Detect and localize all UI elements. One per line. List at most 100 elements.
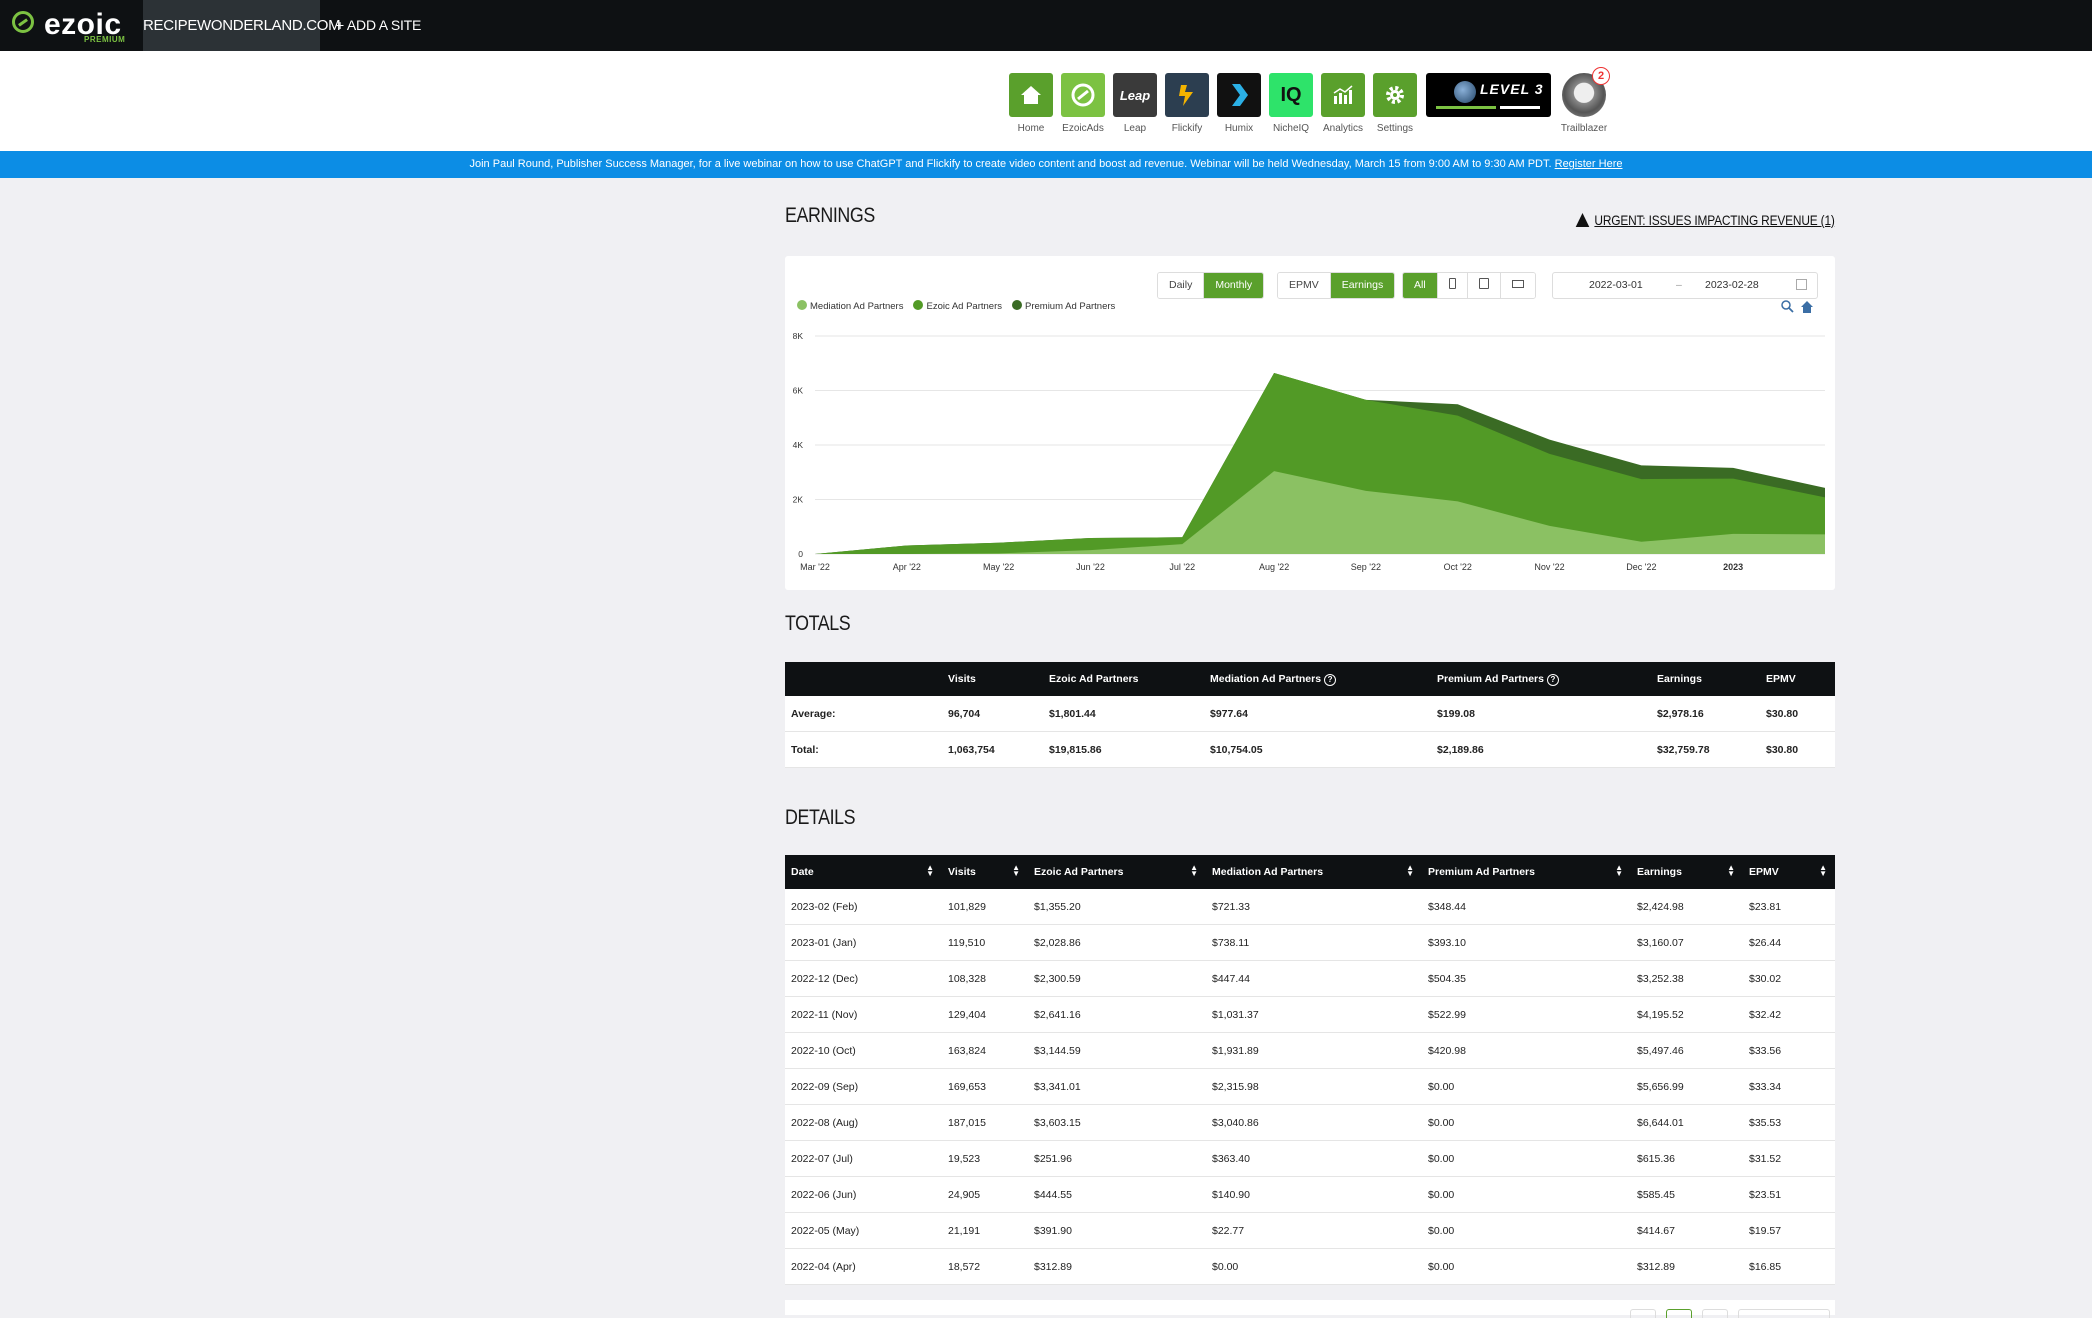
totals-cell: $2,189.86 xyxy=(1431,731,1651,768)
trailblazer[interactable]: 2 Trailblazer xyxy=(1561,67,1610,134)
notification-badge: 2 xyxy=(1592,67,1610,85)
app-toolbar: Home EzoicAds Leap Leap Flickify Humix I… xyxy=(0,51,2092,151)
table-cell: $2,424.98 xyxy=(1631,889,1743,925)
totals-header: Ezoic Ad Partners xyxy=(1043,662,1204,696)
header-label: Date xyxy=(791,866,814,878)
sort-icon[interactable]: ▲ ▼ xyxy=(1406,864,1414,878)
page-next-button[interactable] xyxy=(1702,1309,1728,1318)
totals-header: Earnings xyxy=(1651,662,1760,696)
leap-icon: Leap xyxy=(1113,73,1157,117)
table-cell: 129,404 xyxy=(942,996,1028,1033)
ezoic-logo[interactable]: ezoic PREMIUM xyxy=(12,8,132,44)
earnings-area-chart: 0 2K 4K 6K 8K Mar '22 Apr '22 May '22 Jun '22 Jul… xyxy=(793,331,1825,572)
sort-icon[interactable]: ▲ ▼ xyxy=(1190,864,1198,878)
table-cell: $2,300.59 xyxy=(1028,960,1206,997)
details-header[interactable]: Visits ▲ ▼ xyxy=(942,855,1028,889)
site-tab[interactable]: RECIPEWONDERLAND.COM xyxy=(143,0,341,51)
sort-icon[interactable]: ▲ ▼ xyxy=(1727,864,1735,878)
table-cell: $3,252.38 xyxy=(1631,960,1743,997)
table-cell: $1,031.37 xyxy=(1206,996,1422,1033)
x-tick-label: Dec '22 xyxy=(1626,562,1656,572)
app-flickify[interactable]: Flickify xyxy=(1165,73,1209,134)
totals-header: Mediation Ad Partners? xyxy=(1204,662,1431,696)
header-label: EPMV xyxy=(1749,866,1779,878)
table-row: 2022-06 (Jun) 24,905 $444.55 $140.90 $0.00 $5… xyxy=(785,1176,1835,1213)
table-cell: $23.81 xyxy=(1743,889,1835,925)
add-site-link[interactable]: + ADD A SITE xyxy=(336,0,421,51)
sort-icon[interactable]: ▲ ▼ xyxy=(926,864,934,878)
table-cell: $0.00 xyxy=(1422,1176,1631,1213)
x-tick-label: Aug '22 xyxy=(1259,562,1289,572)
banner-text: Join Paul Round, Publisher Success Manag… xyxy=(469,158,1552,170)
nicheiq-icon-text: IQ xyxy=(1280,83,1302,106)
app-home[interactable]: Home xyxy=(1009,73,1053,134)
table-cell: $2,641.16 xyxy=(1028,996,1206,1033)
table-row: 2022-12 (Dec) 108,328 $2,300.59 $447.44 $504… xyxy=(785,960,1835,997)
help-icon[interactable]: ? xyxy=(1324,673,1337,686)
app-nicheiq[interactable]: IQ NicheIQ xyxy=(1269,73,1313,134)
table-cell: $5,656.99 xyxy=(1631,1068,1743,1105)
sort-icon[interactable]: ▲ ▼ xyxy=(1012,864,1020,878)
table-row: 2022-08 (Aug) 187,015 $3,603.15 $3,040.86 $0… xyxy=(785,1104,1835,1141)
totals-cell: $32,759.78 xyxy=(1651,731,1760,768)
table-cell: $2,315.98 xyxy=(1206,1068,1422,1105)
totals-cell: Average: xyxy=(785,696,942,732)
table-cell: $2,028.86 xyxy=(1028,924,1206,961)
page-prev-button[interactable] xyxy=(1630,1309,1656,1318)
analytics-icon xyxy=(1321,73,1365,117)
table-cell: $585.45 xyxy=(1631,1176,1743,1213)
x-tick-label: Apr '22 xyxy=(893,562,921,572)
app-ezoicads[interactable]: EzoicAds xyxy=(1061,73,1105,134)
totals-row: Total: 1,063,754 $19,815.86 $10,754.05 $2,18… xyxy=(785,731,1835,768)
totals-header: EPMV xyxy=(1760,662,1835,696)
table-cell: $0.00 xyxy=(1422,1212,1631,1249)
table-cell: $22.77 xyxy=(1206,1212,1422,1249)
table-cell: $391.90 xyxy=(1028,1212,1206,1249)
table-cell: 101,829 xyxy=(942,889,1028,925)
nicheiq-icon: IQ xyxy=(1269,73,1313,117)
table-cell: $16.85 xyxy=(1743,1248,1835,1285)
app-humix[interactable]: Humix xyxy=(1217,73,1261,134)
table-cell: $0.00 xyxy=(1206,1248,1422,1285)
astronaut-avatar-icon: 2 xyxy=(1562,67,1610,117)
register-link[interactable]: Register Here xyxy=(1555,158,1623,170)
table-cell: $5,497.46 xyxy=(1631,1032,1743,1069)
app-analytics[interactable]: Analytics xyxy=(1321,73,1365,134)
level-badge[interactable]: LEVEL 3 xyxy=(1426,73,1551,117)
table-cell: 2022-12 (Dec) xyxy=(785,960,942,997)
gear-icon xyxy=(1373,73,1417,117)
earnings-title: EARNINGS xyxy=(785,204,875,227)
totals-cell: $977.64 xyxy=(1204,696,1431,732)
leap-icon-text: Leap xyxy=(1119,87,1151,103)
y-tick-label: 4K xyxy=(793,440,804,450)
table-cell: 24,905 xyxy=(942,1176,1028,1213)
table-cell: 169,653 xyxy=(942,1068,1028,1105)
details-header[interactable]: Mediation Ad Partners ▲ ▼ xyxy=(1206,855,1422,889)
sort-icon[interactable]: ▲ ▼ xyxy=(1819,864,1827,878)
table-cell: $0.00 xyxy=(1422,1068,1631,1105)
ezoic-logo-icon xyxy=(12,11,34,33)
rows-per-page-select[interactable] xyxy=(1738,1309,1830,1318)
y-tick-label: 8K xyxy=(793,331,804,341)
table-cell: 19,523 xyxy=(942,1140,1028,1177)
table-cell: 2022-09 (Sep) xyxy=(785,1068,942,1105)
details-header[interactable]: EPMV ▲ ▼ xyxy=(1743,855,1835,889)
details-header[interactable]: Earnings ▲ ▼ xyxy=(1631,855,1743,889)
details-header[interactable]: Ezoic Ad Partners ▲ ▼ xyxy=(1028,855,1206,889)
table-cell: $32.42 xyxy=(1743,996,1835,1033)
details-header[interactable]: Date ▲ ▼ xyxy=(785,855,942,889)
x-tick-label: Oct '22 xyxy=(1444,562,1472,572)
sort-icon[interactable]: ▲ ▼ xyxy=(1615,864,1623,878)
y-tick-label: 2K xyxy=(793,495,804,505)
table-cell: 21,191 xyxy=(942,1212,1028,1249)
header-label: Premium Ad Partners xyxy=(1428,866,1535,878)
app-leap[interactable]: Leap Leap xyxy=(1113,73,1157,134)
app-settings[interactable]: Settings xyxy=(1373,73,1417,134)
totals-header xyxy=(785,662,942,696)
totals-cell: $2,978.16 xyxy=(1651,696,1760,732)
help-icon[interactable]: ? xyxy=(1546,673,1559,686)
table-cell: $33.56 xyxy=(1743,1032,1835,1069)
urgent-issues-link[interactable]: URGENT: ISSUES IMPACTING REVENUE (1) xyxy=(1576,211,1835,228)
page-current-button[interactable] xyxy=(1666,1309,1692,1318)
details-header[interactable]: Premium Ad Partners ▲ ▼ xyxy=(1422,855,1631,889)
